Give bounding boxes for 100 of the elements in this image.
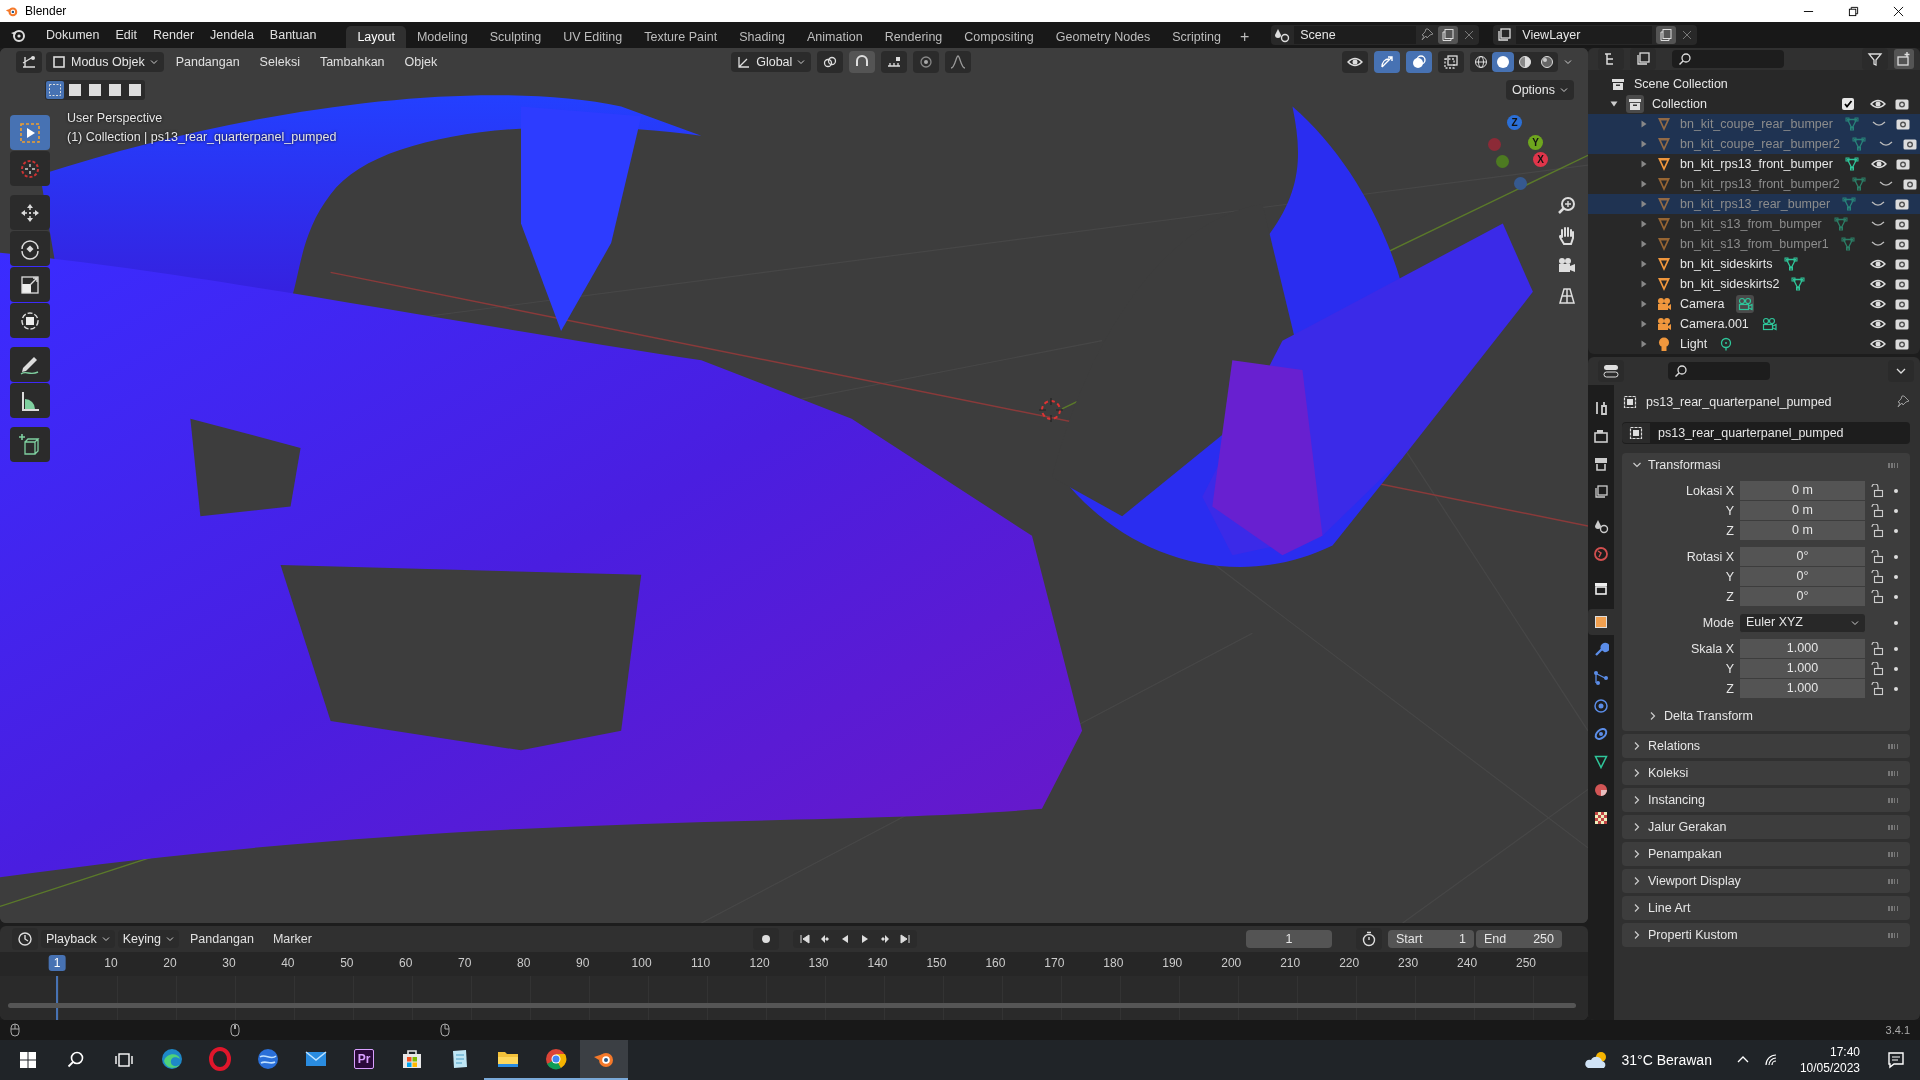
mesh-data-icon[interactable]	[1833, 217, 1848, 231]
mesh-data-icon[interactable]	[1851, 137, 1866, 151]
outliner-row[interactable]: bn_kit_s13_from_bumper	[1588, 214, 1920, 234]
menu-dropdown[interactable]: Playback	[41, 930, 115, 948]
mesh-data-icon[interactable]	[1851, 177, 1866, 191]
mesh-data-icon[interactable]	[1791, 277, 1806, 291]
light-data-icon[interactable]	[1719, 337, 1734, 351]
jump-end-icon[interactable]	[898, 933, 911, 945]
menu-item[interactable]: Pandangan	[181, 932, 262, 946]
expand-arrow-icon[interactable]	[1640, 280, 1648, 288]
add-workspace-button[interactable]: +	[1231, 26, 1258, 48]
pivot-icon[interactable]	[817, 51, 844, 73]
padlock-icon[interactable]	[1870, 682, 1884, 696]
keyframe-dot-icon[interactable]	[1894, 575, 1898, 579]
start-frame-field[interactable]: Start 1	[1388, 930, 1474, 948]
menu-item[interactable]: Tambahkan	[311, 55, 393, 69]
panel-title[interactable]: Transformasi	[1648, 458, 1721, 472]
mesh-data-icon[interactable]	[1840, 237, 1855, 251]
gizmo-toggle-icon[interactable]	[1374, 51, 1400, 73]
outliner-item[interactable]: Collection	[1652, 97, 1707, 111]
number-field[interactable]: 1.000	[1740, 679, 1865, 699]
panel-title[interactable]: Jalur Gerakan	[1648, 820, 1727, 834]
proportional-edit-icon[interactable]	[913, 51, 940, 73]
scene-icon[interactable]	[1274, 27, 1291, 43]
panel-title[interactable]: Line Art	[1648, 901, 1691, 915]
falloff-curve-icon[interactable]	[945, 51, 972, 73]
current-frame-marker[interactable]: 1	[48, 955, 66, 971]
mesh-data-icon[interactable]	[1844, 157, 1859, 171]
tool-button[interactable]	[10, 427, 50, 462]
menu-item[interactable]: Dokumen	[38, 28, 108, 42]
checkbox[interactable]	[1842, 98, 1854, 110]
shading-mode-button[interactable]	[1492, 52, 1514, 72]
keyframe-dot-icon[interactable]	[1894, 509, 1898, 513]
mode-dropdown[interactable]: Modus Objek	[46, 52, 164, 72]
outliner-row[interactable]: bn_kit_coupe_rear_bumper	[1588, 114, 1920, 134]
workspace-tab[interactable]: Sculpting	[478, 26, 553, 48]
outliner-row[interactable]: bn_kit_sideskirts2	[1588, 274, 1920, 294]
padlock-icon[interactable]	[1870, 504, 1884, 518]
drag-handle-icon[interactable]	[1888, 905, 1900, 911]
number-field[interactable]: 1.000	[1740, 639, 1865, 659]
selection-mode-icon[interactable]	[86, 81, 104, 99]
tool-button[interactable]	[10, 383, 50, 418]
taskbar-app-button[interactable]	[580, 1040, 628, 1080]
keyframe-dot-icon[interactable]	[1894, 687, 1898, 691]
filter-icon[interactable]	[1862, 48, 1888, 70]
taskbar-app-button[interactable]: Pr	[340, 1040, 388, 1080]
outliner-type-icon[interactable]	[1598, 48, 1624, 70]
view-layer-field[interactable]: ViewLayer	[1516, 26, 1653, 44]
editor-type-icon[interactable]	[1598, 360, 1624, 382]
padlock-icon[interactable]	[1870, 550, 1884, 564]
caret-icon[interactable]	[1888, 360, 1914, 382]
number-field[interactable]: 1.000	[1740, 659, 1865, 679]
search-field[interactable]	[1672, 50, 1784, 68]
properties-tab[interactable]	[1588, 609, 1614, 635]
tool-button[interactable]	[10, 303, 50, 338]
outliner-row[interactable]: Light	[1588, 334, 1920, 354]
chevron-icon[interactable]	[1632, 741, 1642, 751]
current-frame-field[interactable]: 1	[1246, 930, 1332, 948]
workspace-tab[interactable]: Layout	[346, 26, 406, 48]
chevron-icon[interactable]	[1632, 903, 1642, 913]
jump-start-icon[interactable]	[798, 933, 811, 945]
drag-handle-icon[interactable]	[1888, 797, 1900, 803]
number-field[interactable]: 0 m	[1740, 481, 1865, 501]
weather-text[interactable]: 31°C Berawan	[1621, 1052, 1712, 1068]
tool-button[interactable]	[10, 231, 50, 266]
pin-icon[interactable]	[1896, 395, 1910, 409]
expand-arrow-icon[interactable]	[1640, 220, 1648, 228]
expand-arrow-icon[interactable]	[1640, 160, 1648, 168]
keyframe-dot-icon[interactable]	[1894, 595, 1898, 599]
expand-arrow-icon[interactable]	[1640, 340, 1648, 348]
panel-title[interactable]: Penampakan	[1648, 847, 1722, 861]
caret-icon[interactable]	[1564, 58, 1572, 66]
workspace-tab[interactable]: Scripting	[1161, 26, 1232, 48]
workspace-tab[interactable]: UV Editing	[552, 26, 634, 48]
copy-icon[interactable]	[1656, 26, 1677, 44]
camera-data-icon[interactable]	[1760, 316, 1777, 332]
keyframe-dot-icon[interactable]	[1894, 621, 1898, 625]
menu-item[interactable]: Edit	[107, 28, 146, 42]
outliner-row[interactable]: bn_kit_rps13_front_bumper2	[1588, 174, 1920, 194]
selection-mode-icon[interactable]	[66, 81, 84, 99]
number-field[interactable]: 0°	[1740, 587, 1865, 607]
outliner-row[interactable]: bn_kit_coupe_rear_bumper2	[1588, 134, 1920, 154]
orientation-dropdown[interactable]: Global	[731, 52, 812, 72]
outliner-row[interactable]: bn_kit_s13_from_bumper1	[1588, 234, 1920, 254]
mesh-data-icon[interactable]	[1784, 257, 1799, 271]
end-frame-field[interactable]: End 250	[1476, 930, 1562, 948]
chevron-icon[interactable]	[1648, 711, 1658, 721]
drag-handle-icon[interactable]	[1888, 878, 1900, 884]
outliner-item[interactable]: Scene Collection	[1634, 77, 1728, 91]
selection-mode-icon[interactable]	[126, 81, 144, 99]
drag-handle-icon[interactable]	[1888, 824, 1900, 830]
workspace-tab[interactable]: Shading	[728, 26, 797, 48]
tool-button[interactable]	[10, 195, 50, 230]
padlock-icon[interactable]	[1870, 642, 1884, 656]
editor-type-icon[interactable]	[16, 51, 42, 73]
panel-title[interactable]: Properti Kustom	[1648, 928, 1738, 942]
rotation-mode-dropdown[interactable]: Euler XYZ	[1740, 613, 1865, 633]
menu-item[interactable]: Pandangan	[167, 55, 248, 69]
image-stack-icon[interactable]	[1496, 27, 1513, 43]
new-collection-icon[interactable]	[1894, 49, 1914, 69]
